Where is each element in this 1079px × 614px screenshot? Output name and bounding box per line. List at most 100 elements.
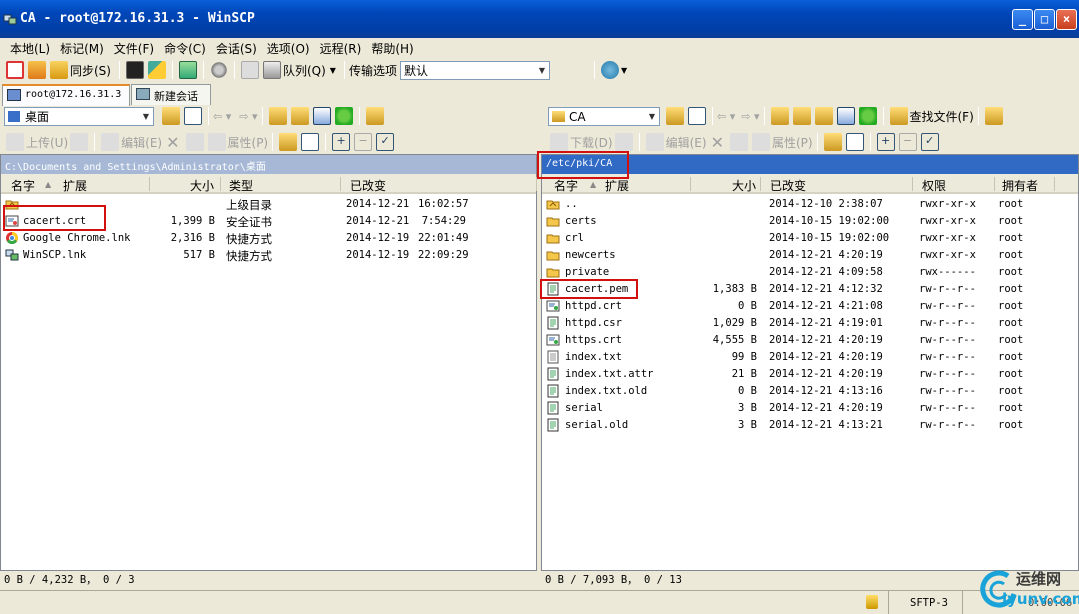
list-item[interactable]: httpd.csr 1,029 B 2014-12-21 4:19:01 rw-r--… xyxy=(542,315,1078,332)
upload-icon[interactable] xyxy=(6,133,24,151)
col-size[interactable]: 大小 xyxy=(732,177,756,194)
back-icon[interactable]: ⇦ ▾ xyxy=(717,110,735,123)
list-item[interactable]: httpd.crt 0 B 2014-12-21 4:21:08 rw-r--r-- r… xyxy=(542,298,1078,315)
menu-mark[interactable]: 标记(M) xyxy=(55,38,109,58)
upload-button[interactable]: 上传(U) xyxy=(26,134,68,151)
col-rights[interactable]: 权限 xyxy=(922,177,946,194)
parent-dir-icon[interactable] xyxy=(770,107,789,125)
home-icon[interactable] xyxy=(312,107,331,125)
edit-icon[interactable] xyxy=(645,133,664,151)
new-window-icon[interactable] xyxy=(6,61,24,79)
list-item[interactable]: https.crt 4,555 B 2014-12-21 4:20:19 rw-r--… xyxy=(542,332,1078,349)
chevron-down-icon[interactable]: ▼ xyxy=(621,66,627,75)
sync-browse-icon[interactable] xyxy=(365,107,384,125)
home-dir-icon[interactable] xyxy=(814,107,833,125)
col-ext[interactable]: 扩展 xyxy=(605,177,629,194)
delete-icon[interactable]: ✕ xyxy=(166,133,179,152)
edit-button[interactable]: 编辑(E) xyxy=(121,134,162,151)
tab-session[interactable]: root@172.16.31.3 xyxy=(2,84,130,106)
open-folder-icon[interactable] xyxy=(162,107,180,125)
console-icon[interactable] xyxy=(125,61,144,79)
col-type[interactable]: 类型 xyxy=(229,177,253,194)
menu-help[interactable]: 帮助(H) xyxy=(366,38,418,58)
list-item[interactable]: newcerts 2014-12-21 4:20:19 rwxr-xr-x root xyxy=(542,247,1078,264)
select-all-icon[interactable]: + xyxy=(876,133,895,151)
col-size[interactable]: 大小 xyxy=(190,177,214,194)
home-icon[interactable] xyxy=(836,107,855,125)
transfer-settings-dropdown[interactable]: 默认 ▼ xyxy=(399,60,550,80)
unselect-icon[interactable]: − xyxy=(898,133,917,151)
col-changed[interactable]: 已改变 xyxy=(350,177,386,194)
close-button[interactable]: × xyxy=(1056,9,1077,30)
copy-icon[interactable] xyxy=(70,133,89,151)
rename-icon[interactable] xyxy=(729,133,748,151)
new-file-icon[interactable] xyxy=(845,133,864,151)
properties-button[interactable]: 属性(P) xyxy=(772,134,813,151)
new-folder-icon[interactable] xyxy=(823,133,842,151)
delete-icon[interactable]: ✕ xyxy=(711,133,724,152)
properties-icon[interactable] xyxy=(751,133,770,151)
unselect-icon[interactable]: − xyxy=(354,133,373,151)
edit-icon[interactable] xyxy=(101,133,120,151)
gear-icon[interactable] xyxy=(209,61,228,79)
minimize-button[interactable]: _ xyxy=(1012,9,1033,30)
edit-button[interactable]: 编辑(E) xyxy=(666,134,707,151)
filter-icon[interactable] xyxy=(688,107,706,125)
chevron-down-icon[interactable]: ▼ xyxy=(330,66,336,75)
menu-commands[interactable]: 命令(C) xyxy=(159,38,211,58)
menu-session[interactable]: 会话(S) xyxy=(211,38,262,58)
title-bar[interactable]: CA - root@172.16.31.3 - WinSCP _ □ × xyxy=(0,0,1079,38)
download-button[interactable]: 下载(D) xyxy=(570,134,613,151)
menu-options[interactable]: 选项(O) xyxy=(262,38,315,58)
root-dir-icon[interactable] xyxy=(290,107,309,125)
invert-selection-icon[interactable]: ✓ xyxy=(376,133,395,151)
list-item[interactable]: serial 3 B 2014-12-21 4:20:19 rw-r--r-- root xyxy=(542,400,1078,417)
properties-button[interactable]: 属性(P) xyxy=(228,134,269,151)
list-item[interactable]: .. 2014-12-10 2:38:07 rwxr-xr-x root xyxy=(542,196,1078,213)
col-changed[interactable]: 已改变 xyxy=(770,177,806,194)
tab-new-session[interactable]: 新建会话 xyxy=(131,84,211,105)
properties-icon[interactable] xyxy=(207,133,226,151)
menu-file[interactable]: 文件(F) xyxy=(109,38,159,58)
open-folder-icon[interactable] xyxy=(666,107,684,125)
list-item[interactable]: index.txt.attr 21 B 2014-12-21 4:20:19 rw-r… xyxy=(542,366,1078,383)
list-item[interactable]: certs 2014-10-15 19:02:00 rwxr-xr-x root xyxy=(542,213,1078,230)
download-icon[interactable] xyxy=(550,133,568,151)
local-drive-dropdown[interactable]: 桌面 ▼ xyxy=(4,106,154,126)
maximize-button[interactable]: □ xyxy=(1034,9,1055,30)
queue-icon[interactable] xyxy=(262,61,281,79)
new-folder-icon[interactable] xyxy=(279,133,298,151)
list-item[interactable]: serial.old 3 B 2014-12-21 4:13:21 rw-r--r--… xyxy=(542,417,1078,434)
forward-icon[interactable]: ⇨ ▾ xyxy=(741,110,759,123)
forward-icon[interactable]: ⇨ ▾ xyxy=(239,110,257,123)
compare-dirs-icon[interactable] xyxy=(28,61,46,79)
queue-button[interactable]: 队列(Q) xyxy=(283,62,326,79)
col-ext[interactable]: 扩展 xyxy=(63,177,87,194)
rename-icon[interactable] xyxy=(185,133,204,151)
menu-local[interactable]: 本地(L) xyxy=(0,38,55,58)
find-files-button[interactable]: 查找文件(F) xyxy=(910,108,974,125)
refresh-icon[interactable] xyxy=(858,107,877,125)
local-path-bar[interactable]: C:\Documents and Settings\Administrator\… xyxy=(1,155,536,174)
globe-icon[interactable] xyxy=(600,61,619,79)
copy-icon[interactable] xyxy=(614,133,633,151)
select-all-icon[interactable]: + xyxy=(332,133,351,151)
parent-dir-icon[interactable] xyxy=(268,107,287,125)
putty-icon[interactable] xyxy=(147,61,166,79)
remote-drive-dropdown[interactable]: CA ▼ xyxy=(548,106,660,126)
refresh-icon[interactable] xyxy=(334,107,353,125)
filter-icon[interactable] xyxy=(184,107,202,125)
sync-button[interactable]: 同步(S) xyxy=(70,62,111,79)
menu-remote[interactable]: 远程(R) xyxy=(315,38,367,58)
find-files-icon[interactable] xyxy=(889,107,908,125)
list-item[interactable]: WinSCP.lnk 517 B 快捷方式 2014-12-19 22:09:2… xyxy=(1,247,536,264)
col-name[interactable]: 名字 xyxy=(554,177,578,194)
list-item[interactable]: crl 2014-10-15 19:02:00 rwxr-xr-x root xyxy=(542,230,1078,247)
invert-selection-icon[interactable]: ✓ xyxy=(920,133,939,151)
col-owner[interactable]: 拥有者 xyxy=(1002,177,1038,194)
list-item[interactable]: index.txt 99 B 2014-12-21 4:20:19 rw-r--r--… xyxy=(542,349,1078,366)
new-file-icon[interactable] xyxy=(301,133,320,151)
col-name[interactable]: 名字 xyxy=(11,177,35,194)
sync-browse-icon[interactable] xyxy=(984,107,1003,125)
refresh-session-icon[interactable] xyxy=(178,61,197,79)
